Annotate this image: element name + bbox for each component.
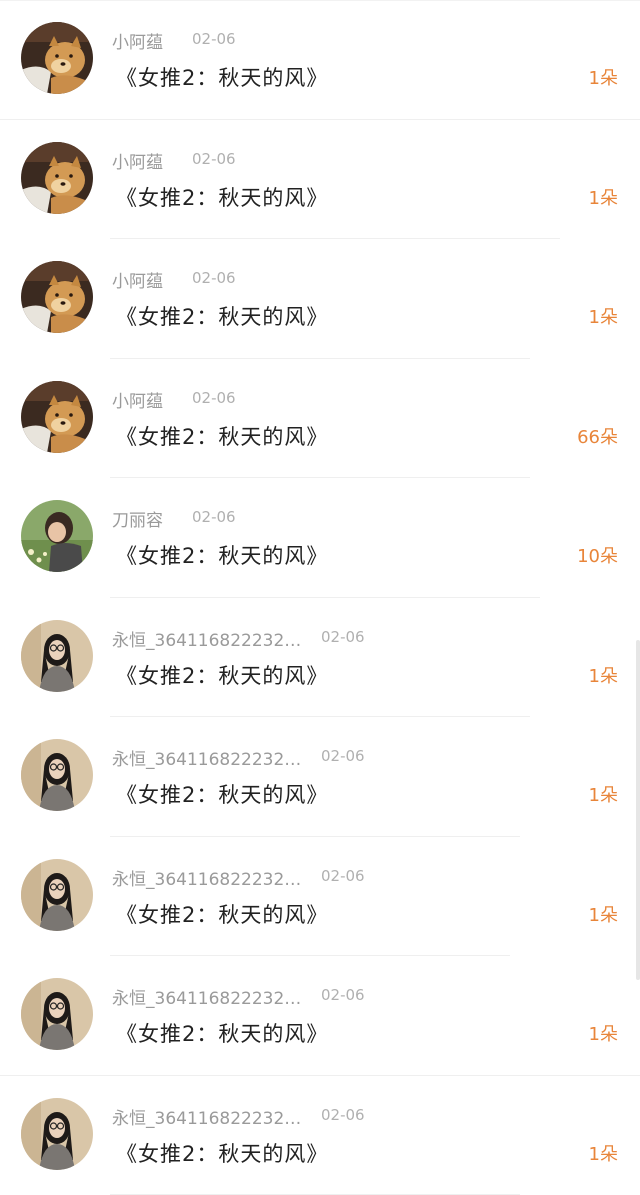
user-name[interactable]: 永恒_364116822232… bbox=[112, 865, 301, 890]
woman-glasses-avatar[interactable] bbox=[21, 978, 93, 1050]
gift-record-row[interactable]: 小阿蕴 02-06 《女推2：秋天的风》 1朵 bbox=[0, 120, 640, 240]
gift-date: 02-06 bbox=[192, 508, 236, 526]
dog-avatar[interactable] bbox=[21, 142, 93, 214]
user-name[interactable]: 永恒_364116822232… bbox=[112, 984, 301, 1009]
gift-record-row[interactable]: 永恒_364116822232… 02-06 《女推2：秋天的风》 1朵 bbox=[0, 837, 640, 957]
flower-count: 1朵 bbox=[589, 1020, 618, 1046]
flower-count: 10朵 bbox=[577, 542, 618, 568]
gift-book-title: 《女推2：秋天的风》 bbox=[116, 779, 328, 809]
gift-date: 02-06 bbox=[321, 628, 365, 646]
dog-avatar[interactable] bbox=[21, 261, 93, 333]
flower-count: 1朵 bbox=[589, 901, 618, 927]
gift-record-row[interactable]: 小阿蕴 02-06 《女推2：秋天的风》 66朵 bbox=[0, 359, 640, 479]
user-name[interactable]: 小阿蕴 bbox=[112, 28, 163, 53]
gift-book-title: 《女推2：秋天的风》 bbox=[116, 301, 328, 331]
gift-book-title: 《女推2：秋天的风》 bbox=[116, 1018, 328, 1048]
scrollbar[interactable] bbox=[636, 640, 640, 980]
woman-glasses-avatar[interactable] bbox=[21, 620, 93, 692]
gift-date: 02-06 bbox=[192, 150, 236, 168]
gift-record-row[interactable]: 永恒_364116822232… 02-06 《女推2：秋天的风》 1朵 bbox=[0, 956, 640, 1076]
user-name[interactable]: 永恒_364116822232… bbox=[112, 745, 301, 770]
gift-record-row[interactable]: 刀丽容 02-06 《女推2：秋天的风》 10朵 bbox=[0, 478, 640, 598]
flower-count: 66朵 bbox=[577, 423, 618, 449]
dog-avatar[interactable] bbox=[21, 381, 93, 453]
gift-record-row[interactable]: 永恒_364116822232… 02-06 《女推2：秋天的风》 1朵 bbox=[0, 1076, 640, 1195]
user-name[interactable]: 永恒_364116822232… bbox=[112, 626, 301, 651]
gift-book-title: 《女推2：秋天的风》 bbox=[116, 660, 328, 690]
gift-book-title: 《女推2：秋天的风》 bbox=[116, 1138, 328, 1168]
user-name[interactable]: 刀丽容 bbox=[112, 506, 163, 531]
flower-count: 1朵 bbox=[589, 184, 618, 210]
woman-glasses-avatar[interactable] bbox=[21, 859, 93, 931]
gift-record-row[interactable]: 小阿蕴 02-06 《女推2：秋天的风》 1朵 bbox=[0, 0, 640, 120]
gift-book-title: 《女推2：秋天的风》 bbox=[116, 182, 328, 212]
gift-record-row[interactable]: 永恒_364116822232… 02-06 《女推2：秋天的风》 1朵 bbox=[0, 598, 640, 718]
gift-record-row[interactable]: 小阿蕴 02-06 《女推2：秋天的风》 1朵 bbox=[0, 239, 640, 359]
user-name[interactable]: 小阿蕴 bbox=[112, 148, 163, 173]
gift-book-title: 《女推2：秋天的风》 bbox=[116, 62, 328, 92]
gift-date: 02-06 bbox=[192, 269, 236, 287]
gift-date: 02-06 bbox=[321, 1106, 365, 1124]
flower-count: 1朵 bbox=[589, 64, 618, 90]
gift-date: 02-06 bbox=[321, 867, 365, 885]
dog-avatar[interactable] bbox=[21, 22, 93, 94]
flower-count: 1朵 bbox=[589, 781, 618, 807]
woman-glasses-avatar[interactable] bbox=[21, 1098, 93, 1170]
woman-glasses-avatar[interactable] bbox=[21, 739, 93, 811]
gift-date: 02-06 bbox=[321, 747, 365, 765]
user-name[interactable]: 小阿蕴 bbox=[112, 387, 163, 412]
flower-count: 1朵 bbox=[589, 303, 618, 329]
flower-count: 1朵 bbox=[589, 1140, 618, 1166]
gift-book-title: 《女推2：秋天的风》 bbox=[116, 421, 328, 451]
flower-count: 1朵 bbox=[589, 662, 618, 688]
user-name[interactable]: 永恒_364116822232… bbox=[112, 1104, 301, 1129]
user-name[interactable]: 小阿蕴 bbox=[112, 267, 163, 292]
gift-book-title: 《女推2：秋天的风》 bbox=[116, 899, 328, 929]
gift-book-title: 《女推2：秋天的风》 bbox=[116, 540, 328, 570]
gift-date: 02-06 bbox=[321, 986, 365, 1004]
gift-date: 02-06 bbox=[192, 389, 236, 407]
gift-record-row[interactable]: 永恒_364116822232… 02-06 《女推2：秋天的风》 1朵 bbox=[0, 717, 640, 837]
gift-date: 02-06 bbox=[192, 30, 236, 48]
girl-flowers-avatar[interactable] bbox=[21, 500, 93, 572]
